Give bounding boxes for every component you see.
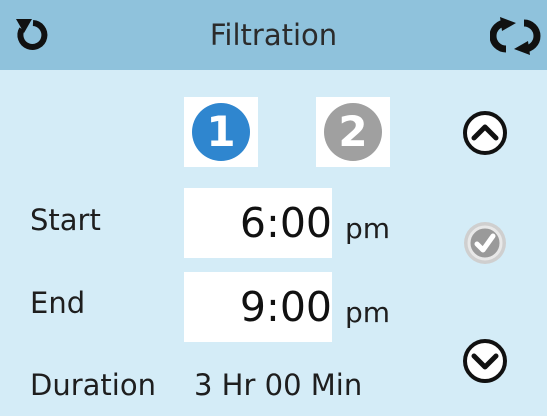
filter-cycle-1-tab[interactable]: 1 bbox=[184, 97, 258, 167]
end-time-field[interactable]: 9:00 bbox=[184, 272, 332, 342]
start-time-field[interactable]: 6:00 bbox=[184, 188, 332, 258]
end-period: pm bbox=[345, 296, 391, 329]
duration-label: Duration bbox=[30, 368, 156, 402]
filter-cycle-2-tab[interactable]: 2 bbox=[316, 97, 390, 167]
filter-cycle-1-number: 1 bbox=[192, 103, 250, 161]
chevron-down-icon[interactable] bbox=[460, 336, 510, 386]
start-period: pm bbox=[345, 212, 391, 245]
end-time-value: 9:00 bbox=[239, 283, 332, 331]
filter-cycle-2-number: 2 bbox=[324, 103, 382, 161]
chevron-up-icon[interactable] bbox=[460, 108, 510, 158]
start-label: Start bbox=[30, 203, 101, 237]
duration-value: 3 Hr 00 Min bbox=[194, 368, 363, 402]
header-bar: Filtration bbox=[0, 0, 547, 70]
start-time-value: 6:00 bbox=[239, 199, 332, 247]
end-label: End bbox=[30, 286, 86, 320]
checkmark-icon[interactable] bbox=[460, 218, 510, 268]
refresh-sync-icon[interactable] bbox=[490, 15, 542, 55]
page-title: Filtration bbox=[209, 18, 338, 52]
